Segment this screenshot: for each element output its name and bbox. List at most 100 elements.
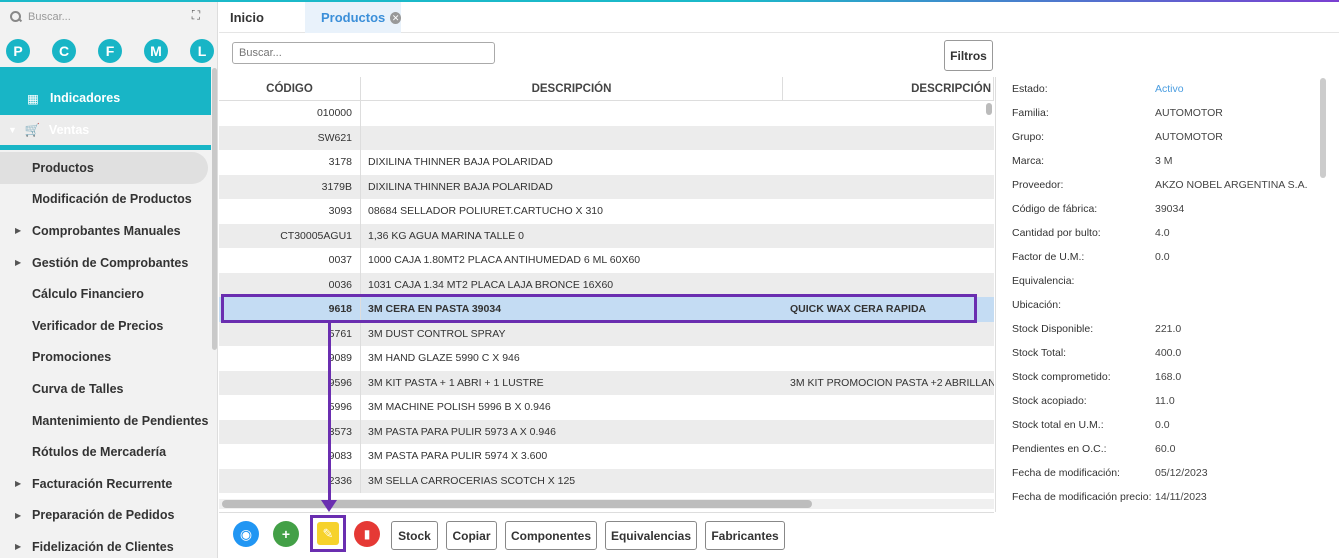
detail-label: Cantidad por bulto:: [1012, 227, 1101, 239]
sidebar-item-comprobantes-manuales[interactable]: ▶ Comprobantes Manuales: [0, 215, 211, 247]
componentes-button[interactable]: Componentes: [505, 521, 597, 550]
table-vertical-scrollbar[interactable]: [986, 103, 992, 115]
add-button[interactable]: +: [273, 521, 299, 547]
table-row[interactable]: 5996 3M MACHINE POLISH 5996 B X 0.946: [219, 395, 994, 420]
column-header-descripcion-2[interactable]: DESCRIPCIÓN: [783, 77, 994, 101]
cell-descripcion-2: [783, 444, 994, 469]
detail-value: 0.0: [1155, 251, 1170, 263]
cell-descripcion-2: [783, 150, 994, 175]
sidebar-item-productos[interactable]: Productos: [0, 152, 208, 184]
sidebar: Buscar... ⛶ P C F M L ▦ Indicadores ▼ 🛒 …: [0, 2, 218, 558]
view-button[interactable]: ◉: [233, 521, 259, 547]
sidebar-item-rotulos-mercaderia[interactable]: Rótulos de Mercadería: [0, 436, 211, 468]
sidebar-item-modificacion-productos[interactable]: Modificación de Productos: [0, 184, 211, 216]
table-row[interactable]: 9083 3M PASTA PARA PULIR 5974 X 3.600: [219, 444, 994, 469]
sidebar-item-label: Verificador de Precios: [32, 318, 164, 333]
table-row[interactable]: 3093 08684 SELLADOR POLIURET.CARTUCHO X 3…: [219, 199, 994, 224]
edit-button[interactable]: ✎: [317, 522, 339, 545]
detail-label: Ubicación:: [1012, 299, 1062, 311]
pencil-icon: ✎: [322, 525, 334, 541]
cell-codigo: 0037: [219, 248, 361, 273]
table-row[interactable]: 3179B DIXILINA THINNER BAJA POLARIDAD: [219, 174, 994, 200]
sidebar-item-mantenimiento-pendientes[interactable]: Mantenimiento de Pendientes: [0, 405, 211, 437]
table-row[interactable]: 2336 3M SELLA CARROCERIAS SCOTCH X 125: [219, 468, 994, 493]
sidebar-item-ventas[interactable]: ▼ 🛒 Ventas: [0, 115, 211, 145]
sidebar-item-label: Preparación de Pedidos: [32, 508, 175, 523]
table-row[interactable]: 3573 3M PASTA PARA PULIR 5973 A X 0.946: [219, 419, 994, 444]
cell-codigo: CT30005AGU1: [219, 223, 361, 248]
fabricantes-button[interactable]: Fabricantes: [705, 521, 785, 550]
table-row[interactable]: CT30005AGU1 1,36 KG AGUA MARINA TALLE 0: [219, 223, 994, 249]
sidebar-item-fidelizacion-clientes[interactable]: ▶ Fidelización de Clientes: [0, 531, 211, 558]
cell-descripcion: 1000 CAJA 1.80MT2 PLACA ANTIHUMEDAD 6 ML…: [368, 254, 641, 267]
cell-descripcion: [361, 126, 783, 151]
cell-codigo: 3093: [219, 199, 361, 224]
sidebar-item-label: Fidelización de Clientes: [32, 539, 174, 554]
sidebar-item-verificador-precios[interactable]: Verificador de Precios: [0, 310, 211, 342]
cell-descripcion-2: [783, 199, 994, 224]
expand-icon[interactable]: ⛶: [188, 8, 204, 22]
sidebar-item-facturacion-recurrente[interactable]: ▶ Facturación Recurrente: [0, 468, 211, 500]
cell-codigo: 3573: [219, 419, 361, 444]
table-horizontal-scrollbar[interactable]: [222, 500, 812, 508]
column-header-codigo[interactable]: CÓDIGO: [219, 77, 361, 101]
detail-label: Stock acopiado:: [1012, 395, 1087, 407]
sidebar-item-label: Comprobantes Manuales: [32, 223, 181, 238]
caret-right-icon: ▶: [15, 479, 22, 489]
delete-button[interactable]: ▮: [354, 521, 380, 547]
sidebar-item-label: Curva de Talles: [32, 381, 124, 396]
cell-descripcion: DIXILINA THINNER BAJA POLARIDAD: [368, 180, 553, 193]
sidebar-item-calculo-financiero[interactable]: Cálculo Financiero: [0, 278, 211, 310]
detail-value: AKZO NOBEL ARGENTINA S.A.: [1155, 179, 1308, 191]
cell-descripcion: 3M KIT PASTA + 1 ABRI + 1 LUSTRE: [368, 376, 544, 389]
equivalencias-button[interactable]: Equivalencias: [605, 521, 697, 550]
sidebar-item-label: Modificación de Productos: [32, 192, 192, 207]
cell-descripcion: 3M DUST CONTROL SPRAY: [368, 327, 506, 340]
column-header-descripcion[interactable]: DESCRIPCIÓN: [361, 77, 783, 101]
sidebar-item-promociones[interactable]: Promociones: [0, 342, 211, 374]
sidebar-scrollbar[interactable]: [212, 68, 217, 350]
detail-label: Stock Disponible:: [1012, 323, 1094, 335]
shortcut-m[interactable]: M: [144, 39, 168, 63]
cell-codigo: 9089: [219, 346, 361, 371]
tab-label: Productos: [321, 10, 386, 25]
table-row[interactable]: 0037 1000 CAJA 1.80MT2 PLACA ANTIHUMEDAD …: [219, 248, 994, 273]
stock-button[interactable]: Stock: [391, 521, 438, 550]
sidebar-item-indicadores[interactable]: ▦ Indicadores: [0, 83, 211, 113]
cell-descripcion-2: [783, 175, 994, 200]
close-tab-icon[interactable]: ✕: [390, 11, 401, 24]
filtros-button[interactable]: Filtros: [944, 40, 993, 71]
shortcut-c[interactable]: C: [52, 39, 76, 63]
cell-descripcion: 3M HAND GLAZE 5990 C X 946: [368, 352, 520, 365]
detail-value: AUTOMOTOR: [1155, 131, 1223, 143]
tab-productos[interactable]: Productos ✕: [305, 2, 401, 33]
cell-descripcion-2: [783, 224, 994, 249]
detail-value: 3 M: [1155, 155, 1173, 167]
detail-label: Stock Total:: [1012, 347, 1067, 359]
sidebar-search[interactable]: Buscar...: [10, 8, 71, 26]
cell-descripcion-2: [783, 322, 994, 347]
selected-row-highlight-box: [221, 294, 977, 323]
table-row[interactable]: SW621: [219, 125, 994, 151]
sidebar-item-preparacion-pedidos[interactable]: ▶ Preparación de Pedidos: [0, 500, 211, 532]
detail-panel-scrollbar[interactable]: [1320, 78, 1326, 178]
detail-label: Grupo:: [1012, 131, 1045, 143]
copiar-button[interactable]: Copiar: [446, 521, 497, 550]
shortcut-l[interactable]: L: [190, 39, 214, 63]
sidebar-item-curva-talles[interactable]: Curva de Talles: [0, 373, 211, 405]
table-row[interactable]: 9596 3M KIT PASTA + 1 ABRI + 1 LUSTRE 3M K…: [219, 370, 994, 395]
table-row[interactable]: 9089 3M HAND GLAZE 5990 C X 946: [219, 346, 994, 371]
table-row[interactable]: 5761 3M DUST CONTROL SPRAY: [219, 321, 994, 347]
detail-label: Fecha de modificación precio:: [1012, 491, 1152, 503]
shortcut-p[interactable]: P: [6, 39, 30, 63]
table-row[interactable]: 3178 DIXILINA THINNER BAJA POLARIDAD: [219, 150, 994, 175]
search-input[interactable]: [232, 42, 495, 64]
detail-label: Stock total en U.M.:: [1012, 419, 1104, 431]
caret-right-icon: ▶: [15, 226, 22, 236]
table-row[interactable]: 010000: [219, 101, 994, 126]
shortcut-f[interactable]: F: [98, 39, 122, 63]
sidebar-item-gestion-comprobantes[interactable]: ▶ Gestión de Comprobantes: [0, 247, 211, 279]
tab-inicio[interactable]: Inicio: [230, 2, 264, 33]
detail-label: Factor de U.M.:: [1012, 251, 1085, 263]
cell-codigo: 3178: [219, 150, 361, 175]
